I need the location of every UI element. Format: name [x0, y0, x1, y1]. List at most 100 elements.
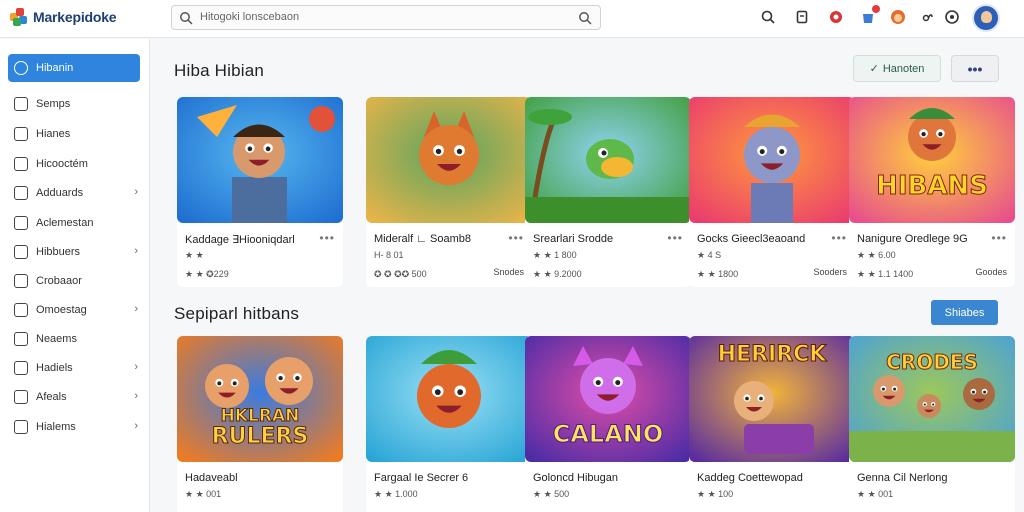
sidebar-item[interactable]: Neaems [8, 325, 140, 353]
game-rating: H‑ 8 01 [374, 250, 404, 260]
game-title[interactable]: Kaddeg Coettewopad [697, 472, 803, 484]
chevron-right-icon: › [134, 186, 138, 198]
sidebar-item-label: Aclemestan [36, 217, 94, 229]
game-title[interactable]: Gocks Gieecl3eaoand [697, 233, 805, 245]
card-menu-icon[interactable]: ••• [667, 231, 683, 245]
game-card[interactable]: CRODES Genna Cil Nerlong ★ ★ 001 [849, 336, 1015, 512]
game-meta: ★ ★ 1.1 1400 [857, 269, 914, 279]
sidebar-item[interactable]: Hialems › [8, 413, 140, 441]
chevron-right-icon: › [134, 390, 138, 402]
game-title[interactable]: Srearlari Srodde [533, 233, 613, 245]
thumbnail-title: HKLRAN [220, 406, 300, 427]
section-title-1: Hiba Hibian [174, 61, 265, 80]
sidebar-item-label: Semps [36, 98, 71, 110]
game-art [177, 97, 343, 223]
game-title[interactable]: Kaddage ∃Hiooniqdarl [185, 233, 295, 246]
game-rating: ★ ★ 001 [185, 489, 222, 499]
search-submit-icon[interactable] [578, 11, 592, 25]
game-thumbnail[interactable] [366, 97, 532, 223]
sidebar-item[interactable]: Hibanin [8, 54, 140, 82]
sidebar-item[interactable]: Hibbuers › [8, 238, 140, 266]
game-rating: ★ ★ 1.000 [374, 489, 418, 499]
sidebar-item[interactable]: Hicooctém [8, 150, 140, 178]
game-card[interactable]: Fargaal Ie Secrer 6 ★ ★ 1.000 [366, 336, 532, 512]
game-card[interactable]: Kaddage ∃Hiooniqdarl ★ ★ ••• ★ ★ ✪229 [177, 97, 343, 287]
app-logo[interactable]: Markepidoke [10, 8, 117, 26]
sidebar-item[interactable]: Afeals › [8, 383, 140, 411]
clipboard-icon[interactable] [794, 9, 810, 25]
help-icon[interactable] [944, 9, 960, 25]
search-icon [180, 12, 193, 25]
section-blue-button[interactable]: Shiabes [931, 300, 998, 325]
game-thumbnail[interactable]: CALANO [525, 336, 691, 462]
game-tag: Snodes [493, 267, 524, 277]
game-meta: ★ ★ 1800 [697, 269, 739, 279]
logo-icon [10, 8, 28, 26]
search-icon [14, 303, 28, 317]
card-menu-icon[interactable]: ••• [831, 231, 847, 245]
calendar-icon [14, 274, 28, 288]
sidebar-item-label: Adduards [36, 187, 84, 199]
game-card[interactable]: Gocks Gieecl3eaoand ★ 4 S ••• ★ ★ 1800 So… [689, 97, 855, 287]
sidebar: Hibanin Semps Hianes Hicooctém Adduards › Acle… [0, 39, 150, 512]
sidebar-item[interactable]: Hianes [8, 120, 140, 148]
game-title[interactable]: Hadaveabl [185, 472, 238, 484]
game-rating: ★ 4 S [697, 250, 722, 260]
sidebar-item[interactable]: Adduards › [8, 179, 140, 207]
game-card[interactable]: HERIRCK Kaddeg Coettewopad ★ ★ 100 [689, 336, 855, 512]
sidebar-item[interactable]: Crobaaor [8, 267, 140, 295]
game-thumbnail[interactable]: CRODES [849, 336, 1015, 462]
game-title[interactable]: Genna Cil Nerlong [857, 472, 948, 484]
card-menu-icon[interactable]: ••• [319, 231, 335, 245]
game-card[interactable]: CALANO Goloncd Hibugan ★ ★ 500 [525, 336, 691, 512]
game-thumbnail[interactable] [689, 97, 855, 223]
notification-icon[interactable] [828, 9, 844, 25]
game-rating: ★ ★ 6.00 [857, 250, 896, 260]
avatar-game-icon[interactable] [890, 9, 906, 25]
section-action-button[interactable]: ✓ Hanoten [853, 55, 941, 82]
game-art [689, 97, 855, 223]
gift-icon[interactable] [920, 9, 936, 25]
cloud-icon [14, 420, 28, 434]
game-rating: ★ ★ 500 [533, 489, 570, 499]
game-thumbnail[interactable] [366, 336, 532, 462]
home-icon [14, 61, 28, 75]
game-card[interactable]: HIBANS Nanigure Oredlege 9G ★ ★ 6.00 ••• … [849, 97, 1015, 287]
sidebar-item-label: Hadiels [36, 362, 73, 374]
game-thumbnail[interactable] [177, 97, 343, 223]
search-input[interactable]: Hitogoki lonscebaon [200, 11, 299, 23]
game-title[interactable]: Goloncd Hibugan [533, 472, 618, 484]
sidebar-item-label: Hialems [36, 421, 76, 433]
sidebar-item-label: Hianes [36, 128, 71, 140]
card-menu-icon[interactable]: ••• [508, 231, 524, 245]
game-title[interactable]: Mideralf ∟ Soamb8 [374, 233, 471, 245]
game-title[interactable]: Fargaal Ie Secrer 6 [374, 472, 468, 484]
search-bar[interactable]: Hitogoki lonscebaon [171, 5, 601, 30]
thumbnail-title: HERIRCK [717, 342, 827, 368]
user-avatar[interactable] [972, 4, 1000, 32]
sidebar-item[interactable]: Semps [8, 90, 140, 118]
more-options-button[interactable]: ••• [951, 55, 999, 82]
game-thumbnail[interactable]: HERIRCK [689, 336, 855, 462]
game-tag: Sooders [813, 267, 847, 277]
sidebar-item[interactable]: Aclemestan [8, 209, 140, 237]
grid-icon [14, 97, 28, 111]
game-card[interactable]: Mideralf ∟ Soamb8 H‑ 8 01 ••• ✪ ✪ ✪✪ 500 … [366, 97, 532, 287]
game-rating: ★ ★ 100 [697, 489, 734, 499]
chevron-right-icon: › [134, 245, 138, 257]
game-rating: ★ ★ [185, 250, 204, 260]
sidebar-item[interactable]: Omoestag › [8, 296, 140, 324]
thumbnail-title: HIBANS [876, 171, 989, 202]
cart-icon [14, 216, 28, 230]
game-thumbnail[interactable]: HKLRAN RULERS [177, 336, 343, 462]
sidebar-item[interactable]: Hadiels › [8, 354, 140, 382]
game-card[interactable]: HKLRAN RULERS Hadaveabl ★ ★ 001 [177, 336, 343, 512]
game-title[interactable]: Nanigure Oredlege 9G [857, 233, 968, 245]
search-icon[interactable] [760, 9, 776, 25]
card-menu-icon[interactable]: ••• [991, 231, 1007, 245]
sidebar-item-label: Hibbuers [36, 246, 81, 258]
game-card[interactable]: Srearlari Srodde ★ ★ 1 800 ••• ★ ★ 9.2000 [525, 97, 691, 287]
game-thumbnail[interactable] [525, 97, 691, 223]
game-meta: ★ ★ 9.2000 [533, 269, 582, 279]
game-thumbnail[interactable]: HIBANS [849, 97, 1015, 223]
